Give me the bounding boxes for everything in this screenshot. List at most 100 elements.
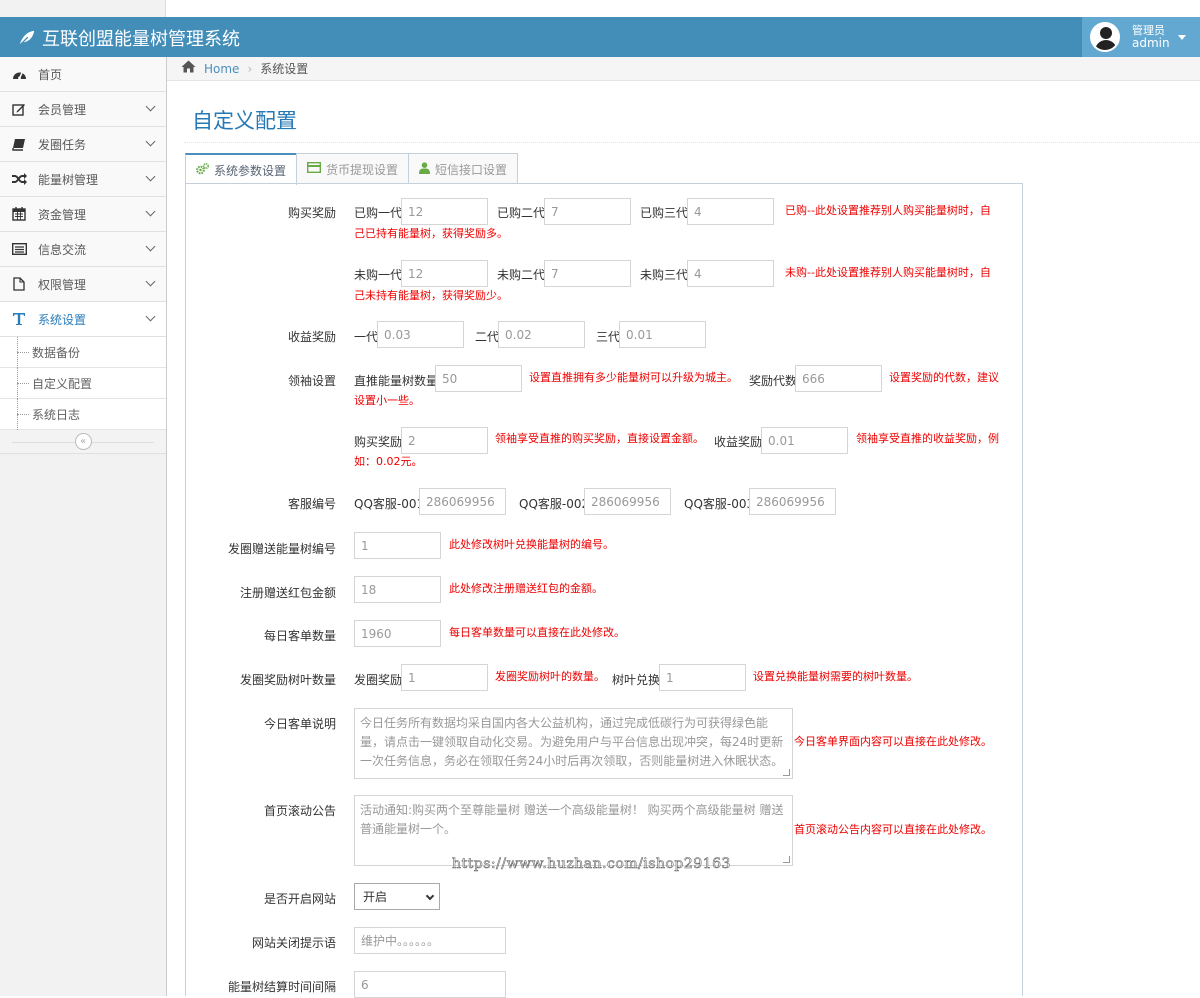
close-message-label: 网站关闭提示语 (251, 936, 336, 950)
income-gen2-label: 二代 (475, 330, 500, 344)
user-menu[interactable]: 管理员 admin (1082, 17, 1200, 57)
sidebar-subitem-label: 数据备份 (32, 345, 81, 360)
edit-icon (11, 102, 27, 116)
double-chevron-left-icon: « (79, 436, 87, 447)
text-icon (11, 312, 27, 326)
sidebar-item-settings[interactable]: 系统设置 (0, 302, 166, 337)
settle-interval-label: 能量树结算时间间隔 (227, 980, 336, 994)
daily-orders-input[interactable] (354, 620, 441, 647)
navbar: 互联创盟能量树管理系统 管理员 admin (0, 17, 1200, 57)
tab-sms[interactable]: 短信接口设置 (408, 153, 519, 184)
watermark: https://www.huzhan.com/ishop29163 (452, 856, 731, 873)
tab-label: 货币提现设置 (326, 162, 399, 177)
leaf-exchange-input[interactable] (659, 664, 746, 691)
resize-grip-icon[interactable] (783, 769, 790, 776)
sidebar-item-label: 会员管理 (38, 102, 87, 117)
title-divider (184, 142, 1200, 143)
gift-tree-hint: 此处修改树叶兑换能量树的编号。 (449, 538, 614, 551)
daily-note-label: 今日客单说明 (263, 717, 336, 731)
unbought-gen2-input[interactable] (544, 260, 631, 287)
bought-gen2-label: 已购二代 (497, 206, 546, 220)
leader-income-reward-hint: 领袖享受直推的收益奖励，例 (856, 432, 999, 445)
sidebar-item-label: 资金管理 (38, 207, 87, 222)
site-open-select[interactable]: 开启 (354, 883, 440, 910)
settle-interval-input[interactable] (354, 971, 506, 998)
brand[interactable]: 互联创盟能量树管理系统 (18, 25, 240, 51)
leader-income-reward-input[interactable] (761, 427, 848, 454)
leader-settings-label: 领袖设置 (287, 374, 336, 388)
daily-orders-hint: 每日客单数量可以直接在此处修改。 (449, 626, 625, 639)
book-icon (11, 138, 27, 151)
sidebar-subitem-custom-config[interactable]: 自定义配置 (0, 368, 166, 399)
chevron-down-icon (145, 136, 156, 147)
customer-service-label: 客服编号 (287, 497, 336, 511)
moments-reward-hint: 发圈奖励树叶的数量。 (495, 670, 605, 683)
daily-orders-label: 每日客单数量 (263, 629, 336, 643)
bought-gen2-input[interactable] (544, 198, 631, 225)
sidebar-subitem-backup[interactable]: 数据备份 (0, 337, 166, 368)
reward-levels-input[interactable] (795, 365, 882, 392)
user-name: admin (1132, 36, 1170, 50)
bought-gen1-input[interactable] (401, 198, 488, 225)
sidebar-item-messages[interactable]: 信息交流 (0, 232, 166, 267)
income-gen2-input[interactable] (498, 321, 585, 348)
chevron-down-icon (145, 101, 156, 112)
tab-system-params[interactable]: 系统参数设置 (185, 153, 298, 185)
register-bonus-hint: 此处修改注册赠送红包的金额。 (449, 582, 603, 595)
resize-grip-icon[interactable] (783, 856, 790, 863)
qq-service-2-input[interactable] (584, 488, 671, 515)
tab-label: 短信接口设置 (435, 162, 508, 177)
qq-service-1-input[interactable] (419, 488, 506, 515)
leaf-icon (19, 30, 35, 46)
qq-service-3-input[interactable] (749, 488, 836, 515)
tab-label: 系统参数设置 (214, 163, 287, 178)
user-info: 管理员 admin (1132, 25, 1170, 50)
page-title: 自定义配置 (192, 109, 297, 133)
sidebar-collapse-bar: « (0, 430, 166, 454)
bought-gen3-input[interactable] (687, 198, 774, 225)
income-gen3-input[interactable] (619, 321, 706, 348)
unbought-gen3-input[interactable] (687, 260, 774, 287)
direct-trees-input[interactable] (435, 365, 522, 392)
sidebar-item-members[interactable]: 会员管理 (0, 92, 166, 127)
tree-dash (17, 351, 29, 353)
income-gen1-input[interactable] (377, 321, 464, 348)
marquee-hint: 首页滚动公告内容可以直接在此处修改。 (794, 823, 992, 836)
leaf-exchange-hint: 设置兑换能量树需要的树叶数量。 (753, 670, 918, 683)
sidebar-item-permissions[interactable]: 权限管理 (0, 267, 166, 302)
chevron-down-icon (425, 891, 435, 901)
collapse-sidebar-button[interactable]: « (74, 433, 92, 450)
sidebar-item-funds[interactable]: 资金管理 (0, 197, 166, 232)
site-open-value: 开启 (363, 890, 388, 904)
leader-buy-reward-input[interactable] (401, 427, 488, 454)
daily-note-hint: 今日客单界面内容可以直接在此处修改。 (794, 735, 992, 748)
sidebar-item-label: 能量树管理 (38, 172, 99, 187)
unbought-hint: 未购--此处设置推荐别人购买能量树时，自 (785, 266, 991, 279)
sidebar-subitem-logs[interactable]: 系统日志 (0, 399, 166, 430)
sidebar-item-label: 权限管理 (38, 277, 87, 292)
gift-tree-input[interactable] (354, 532, 441, 559)
unbought-gen1-input[interactable] (401, 260, 488, 287)
tab-withdraw[interactable]: 货币提现设置 (296, 153, 410, 184)
direct-trees-label: 直推能量树数量 (354, 374, 439, 388)
breadcrumb-home-link[interactable]: Home (204, 62, 239, 76)
leaf-exchange-label: 树叶兑换 (612, 673, 661, 687)
site-open-label: 是否开启网站 (263, 892, 336, 906)
sidebar-item-tasks[interactable]: 发圈任务 (0, 127, 166, 162)
shuffle-icon (11, 173, 27, 185)
list-icon (11, 243, 27, 255)
cogs-icon (196, 162, 210, 178)
moments-reward-input[interactable] (401, 664, 488, 691)
sidebar-item-label: 首页 (38, 67, 63, 82)
sidebar-item-home[interactable]: 首页 (0, 57, 166, 92)
close-message-input[interactable] (354, 927, 506, 954)
leader-income-reward-label: 收益奖励 (714, 435, 763, 449)
daily-note-textarea[interactable]: 今日任务所有数据均采自国内各大公益机构，通过完成低碳行为可获得绿色能量，请点击一… (354, 708, 793, 779)
sidebar-item-tree[interactable]: 能量树管理 (0, 162, 166, 197)
unbought-gen3-label: 未购三代 (640, 268, 689, 282)
register-bonus-input[interactable] (354, 576, 441, 603)
chevron-down-icon (145, 276, 156, 287)
sidebar-subitem-label: 自定义配置 (32, 376, 93, 391)
moments-reward-label: 发圈奖励 (354, 673, 403, 687)
bought-hint-cont: 己已持有能量树，获得奖励多。 (354, 227, 508, 240)
